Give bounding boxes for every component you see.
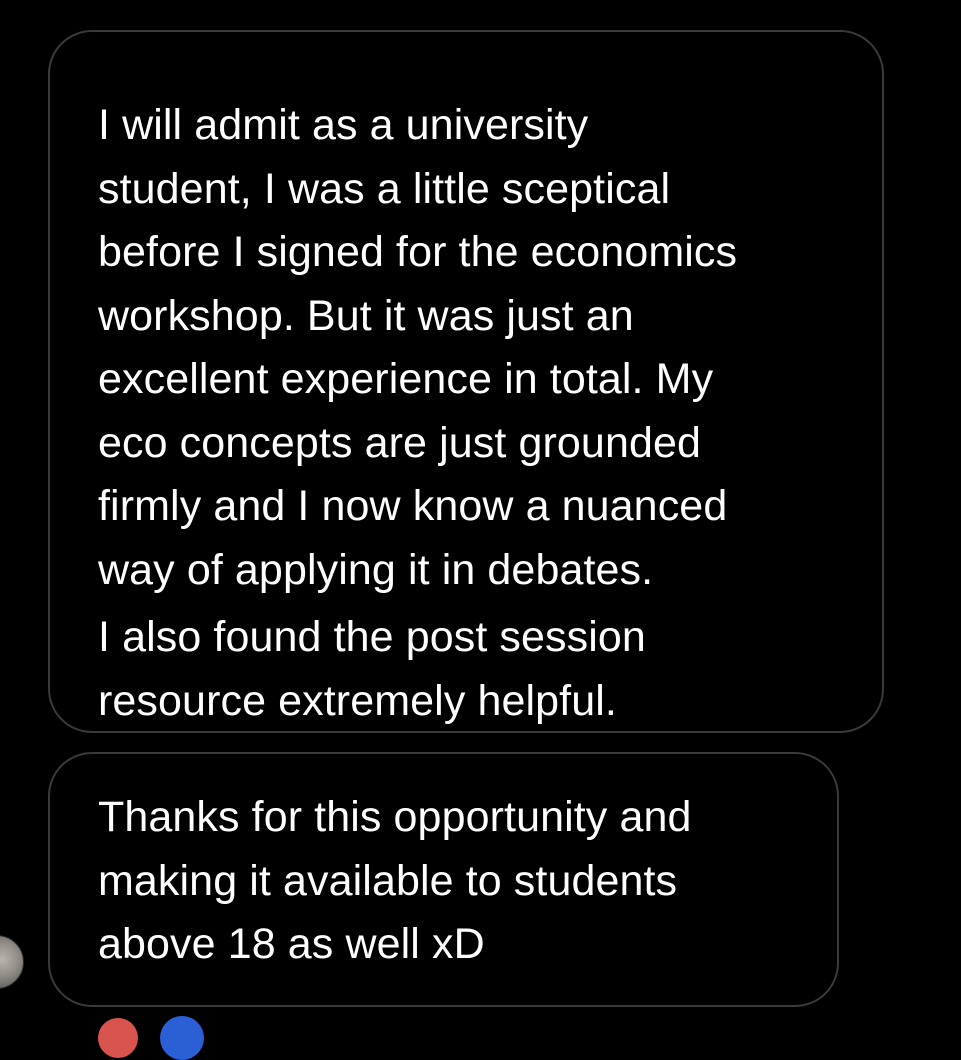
- message-line: eco concepts are just grounded: [98, 418, 702, 467]
- message-line: above 18 as well xD: [98, 920, 485, 968]
- message-line: Thanks for this opportunity and: [98, 793, 692, 841]
- message-line: making it available to students: [98, 856, 678, 905]
- message-line: I also found the post session: [98, 613, 646, 661]
- message-line: workshop. But it was just an: [98, 291, 634, 340]
- heart-reaction-icon[interactable]: [98, 1018, 138, 1058]
- message-line: student, I was a little sceptical: [98, 164, 671, 213]
- message-line: before I signed for the economics: [98, 228, 738, 276]
- message-paragraph: I also found the post session resource e…: [98, 606, 882, 733]
- message-paragraph: Thanks for this opportunity and making i…: [98, 786, 837, 977]
- message-line: firmly and I now know a nuanced: [98, 482, 728, 530]
- message-line: excellent experience in total. My: [98, 355, 714, 403]
- blue-reaction-icon[interactable]: [160, 1016, 204, 1060]
- message-bubble[interactable]: Thanks for this opportunity and making i…: [48, 752, 839, 1007]
- message-bubble[interactable]: I will admit as a university student, I …: [48, 30, 884, 733]
- sender-avatar[interactable]: [0, 935, 24, 989]
- message-paragraph: I will admit as a university student, I …: [98, 94, 882, 602]
- message-line: I will admit as a university: [98, 101, 589, 149]
- message-line: resource extremely helpful.: [98, 676, 617, 725]
- message-line: way of applying it in debates.: [98, 545, 654, 594]
